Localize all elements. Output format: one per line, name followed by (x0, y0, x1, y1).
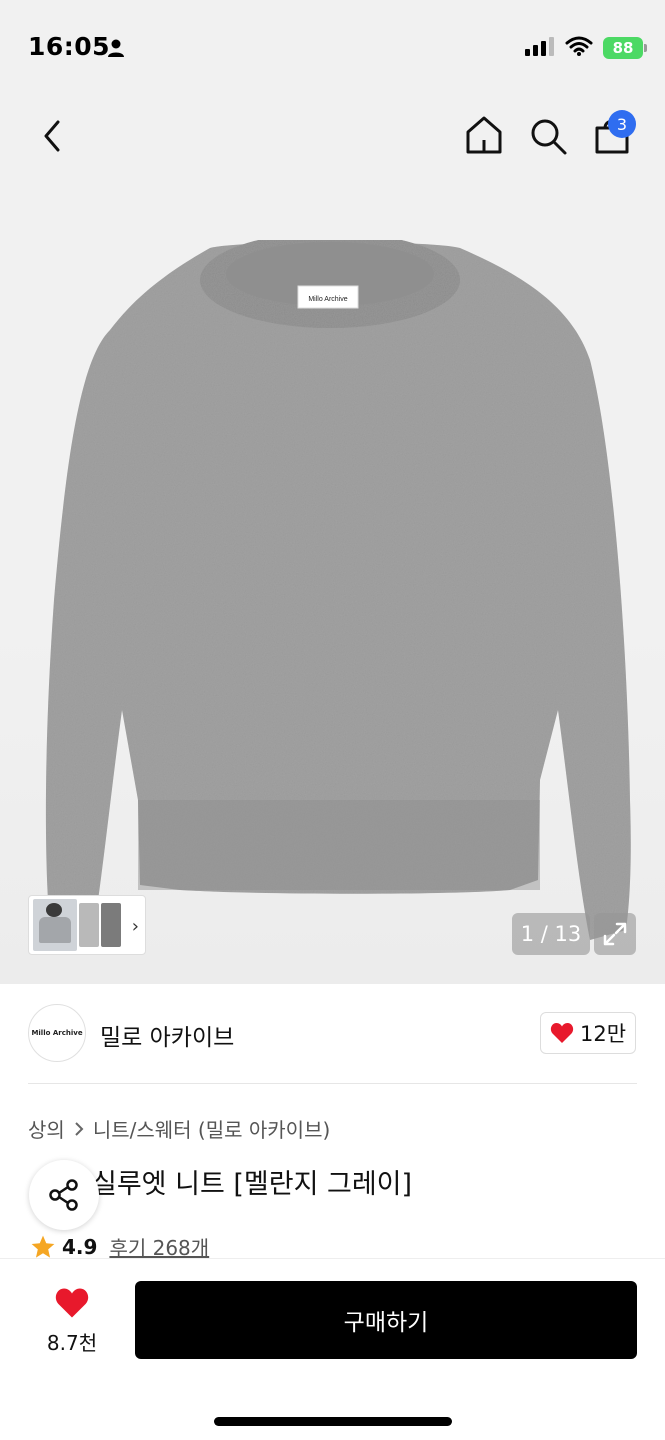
wishlist-button[interactable]: 8.7천 (40, 1287, 104, 1356)
search-button[interactable] (528, 116, 568, 156)
expand-button[interactable] (594, 913, 636, 955)
home-icon (466, 116, 502, 154)
share-icon (49, 1179, 78, 1211)
breadcrumb: 상의 니트/스웨터 (밀로 아카이브) (28, 1114, 330, 1143)
thumbnail-model[interactable] (33, 899, 77, 951)
chevron-left-icon (44, 120, 60, 152)
thumbnail-back[interactable] (101, 903, 121, 947)
brand-like-button[interactable]: 12만 (540, 1012, 636, 1054)
wifi-icon (565, 36, 593, 60)
status-bar: 16:05 88 (0, 0, 665, 92)
rating-value: 4.9 (62, 1234, 98, 1259)
brand-logo[interactable]: Millo Archive (28, 1004, 86, 1062)
thumbnail-strip[interactable]: › (28, 895, 146, 955)
signal-icon (525, 36, 555, 60)
status-time: 16:05 (28, 32, 111, 61)
thumbnail-front[interactable] (79, 903, 99, 947)
brand-row[interactable]: Millo Archive 밀로 아카이브 12만 (0, 984, 665, 1084)
garment-tag-text: Millo Archive (308, 296, 347, 303)
wishlist-count: 8.7천 (46, 1331, 98, 1355)
product-image: Millo Archive (45, 240, 631, 940)
status-indicators: 88 (525, 36, 647, 60)
expand-icon (603, 922, 627, 946)
rating-row: 4.9 후기 268개 (30, 1232, 209, 1261)
brand-name[interactable]: 밀로 아카이브 (100, 1018, 234, 1052)
battery-indicator: 88 (603, 37, 647, 59)
share-button[interactable] (29, 1160, 99, 1230)
chevron-right-icon[interactable]: › (132, 916, 139, 937)
divider (28, 1083, 637, 1084)
brand-like-count: 12만 (579, 1022, 627, 1046)
back-button[interactable] (36, 116, 72, 156)
product-gallery[interactable]: 3 Millo Archive › 1 / 13 (0, 92, 665, 984)
heart-icon (55, 1288, 89, 1318)
review-link[interactable]: 후기 268개 (109, 1232, 209, 1261)
home-indicator (214, 1417, 452, 1426)
breadcrumb-item-subcategory[interactable]: 니트/스웨터 (밀로 아카이브) (93, 1114, 330, 1143)
cart-count-badge: 3 (608, 110, 636, 138)
breadcrumb-item-category[interactable]: 상의 (28, 1114, 65, 1143)
search-icon (531, 119, 567, 155)
heart-icon (550, 1023, 574, 1043)
product-title-text: 실루엣 니트 [멜란지 그레이] (92, 1169, 413, 1200)
home-button[interactable] (464, 114, 504, 156)
image-counter: 1 / 13 (512, 913, 590, 955)
chevron-right-icon (75, 1121, 84, 1136)
star-icon (31, 1235, 55, 1258)
person-icon (106, 38, 126, 62)
bottom-action-bar: 8.7천 구매하기 (0, 1258, 665, 1440)
buy-button[interactable]: 구매하기 (135, 1281, 637, 1359)
